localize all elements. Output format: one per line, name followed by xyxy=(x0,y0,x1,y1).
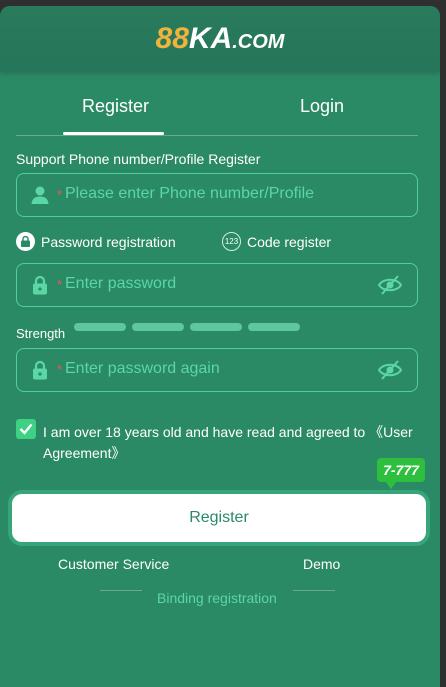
password-registration-option[interactable]: Password registration xyxy=(16,232,176,251)
phone-placeholder: Please enter Phone number/Profile xyxy=(65,185,315,202)
tabs-divider xyxy=(16,135,418,136)
logo-tld: .COM xyxy=(232,31,285,53)
auth-tabs: Register Login xyxy=(16,96,418,136)
support-label: Support Phone number/Profile Register xyxy=(16,151,261,167)
required-mark: * xyxy=(57,187,63,202)
confirm-password-input[interactable]: * Enter password again xyxy=(16,348,418,392)
123-icon: 123 xyxy=(222,232,241,251)
required-mark: * xyxy=(57,362,63,377)
strength-segment xyxy=(132,323,184,331)
binding-registration-link[interactable]: Binding registration xyxy=(157,590,277,606)
strength-label: Strength xyxy=(16,326,66,341)
customer-service-link[interactable]: Customer Service xyxy=(58,556,169,572)
password-input[interactable]: * Enter password xyxy=(16,263,418,307)
confirm-password-placeholder: Enter password again xyxy=(65,360,220,377)
promo-badge: 7-777 xyxy=(377,458,425,489)
agreement-checkbox[interactable] xyxy=(16,419,36,439)
register-button[interactable]: Register xyxy=(8,490,430,546)
divider-right xyxy=(293,590,335,591)
phone-input[interactable]: * Please enter Phone number/Profile xyxy=(16,173,418,217)
agreement-text[interactable]: I am over 18 years old and have read and… xyxy=(43,422,413,464)
tab-register[interactable]: Register xyxy=(82,96,149,117)
password-registration-label: Password registration xyxy=(41,233,176,250)
register-panel: 88KA.COM Register Login Support Phone nu… xyxy=(0,6,440,687)
required-mark: * xyxy=(57,277,63,292)
lock-icon xyxy=(33,360,47,380)
code-register-option[interactable]: 123 Code register xyxy=(222,232,331,251)
code-register-label: Code register xyxy=(247,233,332,250)
eye-off-icon[interactable] xyxy=(377,359,403,381)
brand-logo: 88KA.COM xyxy=(0,22,440,56)
lock-icon xyxy=(16,232,35,251)
header-bar: 88KA.COM xyxy=(0,6,440,72)
strength-segment xyxy=(248,323,300,331)
logo-number: 88 xyxy=(155,22,189,55)
logo-name: KA xyxy=(188,22,233,55)
lock-icon xyxy=(33,275,47,295)
demo-link[interactable]: Demo xyxy=(303,556,340,572)
strength-segment xyxy=(74,323,126,331)
checkmark-icon xyxy=(19,423,33,435)
divider-left xyxy=(100,590,142,591)
password-placeholder: Enter password xyxy=(65,275,177,292)
strength-segment xyxy=(190,323,242,331)
user-icon xyxy=(31,186,49,204)
eye-off-icon[interactable] xyxy=(377,274,403,296)
tab-login[interactable]: Login xyxy=(300,96,344,117)
